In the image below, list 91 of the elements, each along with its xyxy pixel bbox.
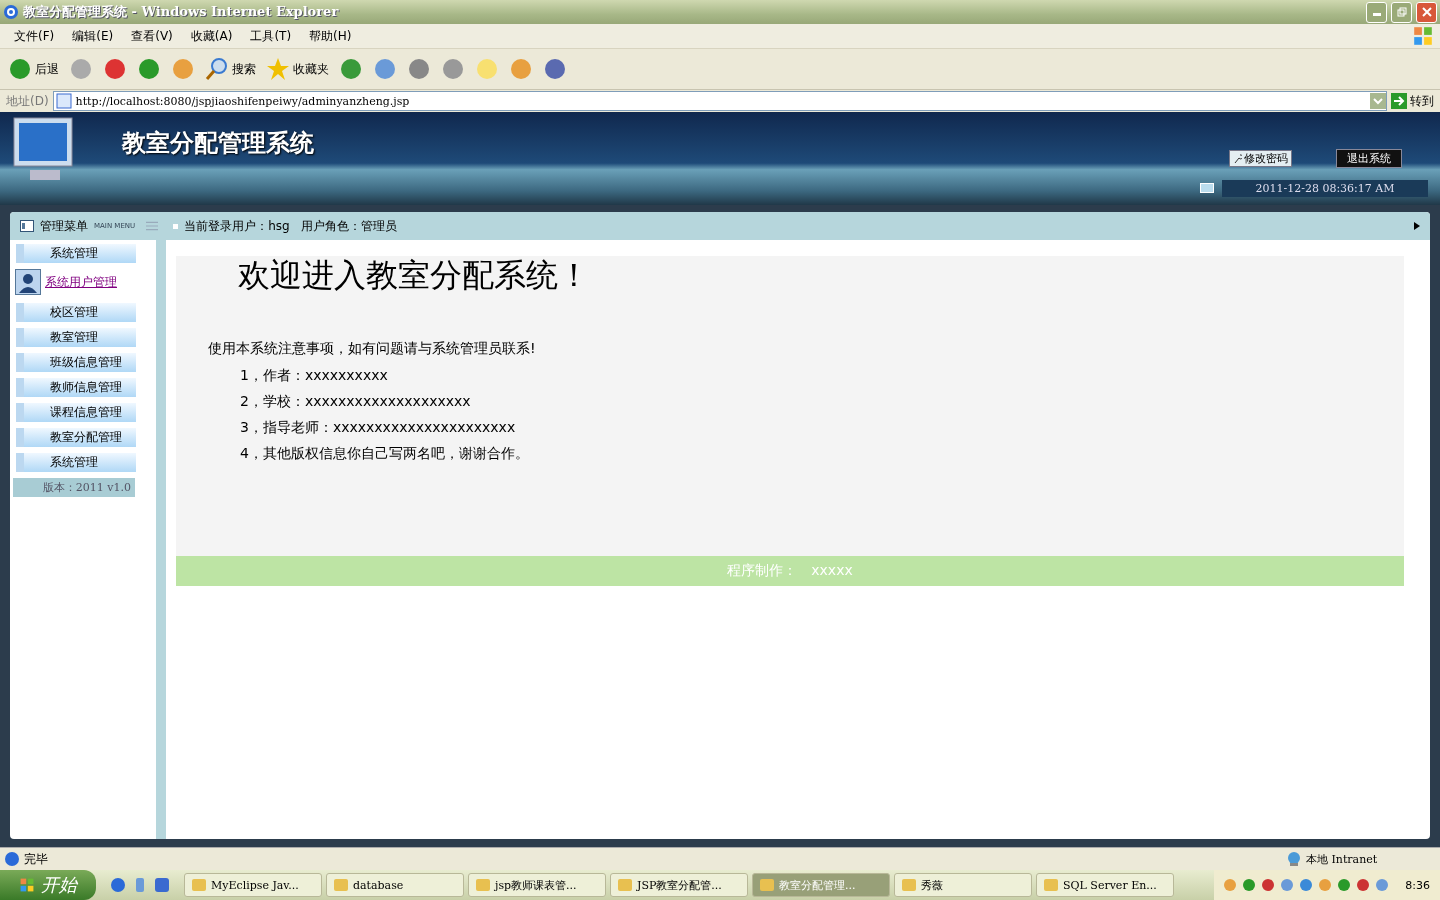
window-icon [901,877,917,893]
status-text: 完毕 [24,850,48,868]
round-icon [475,57,499,81]
windows-logo-icon [1412,25,1434,47]
notice-item: 3，指导老师：xxxxxxxxxxxxxxxxxxxxxx [239,418,517,437]
close-icon [1421,7,1432,17]
favorites-button[interactable]: 收藏夹 [264,57,331,81]
menu-item[interactable]: 查看(V) [123,27,181,45]
change-password-button[interactable]: 修改密码 [1229,150,1292,167]
play-icon[interactable] [1414,222,1420,230]
search-button[interactable]: 搜索 [203,57,258,81]
address-field[interactable]: http://localhost:8080/jspjiaoshifenpeiwy/adminyanzheng.jsp [52,91,1387,111]
notice-item: 2，学校：xxxxxxxxxxxxxxxxxxxx [239,392,472,411]
back-button[interactable]: 后退 [6,57,61,81]
window-icon [475,877,491,893]
tray-icon[interactable] [1241,877,1258,893]
screen-icon [1200,182,1214,195]
menu-section-button[interactable]: 课程信息管理 [16,403,136,422]
start-button[interactable]: 开始 [0,870,96,900]
menu-section-button[interactable]: 教师信息管理 [16,378,136,397]
round-icon [171,57,195,81]
close-button[interactable] [1416,1,1437,23]
window-icon [191,877,207,893]
tray-icon[interactable] [1298,877,1315,893]
menu-section-button[interactable]: 教室分配管理 [16,428,136,447]
tray-icon[interactable] [1222,877,1239,893]
menu-section-button[interactable]: 系统管理 [16,453,136,472]
bullet-icon [173,223,179,229]
menu-section-button[interactable]: 教室管理 [16,328,136,347]
go-button[interactable]: 转到 [1391,92,1434,110]
sidebar-link[interactable]: 系统用户管理 [45,273,117,291]
datetime-display: 2011-12-28 08:36:17 AM [1222,180,1428,197]
round-icon [373,57,397,81]
windows-logo-icon [19,877,35,893]
round-icon [137,57,161,81]
welcome-heading: 欢迎进入教室分配系统！ [237,256,591,294]
menu-item[interactable]: 工具(T) [242,27,300,45]
version-label: 版本：2011 v1.0 [13,478,135,497]
menu-item[interactable]: 收藏(A) [182,27,241,45]
menu-item[interactable]: 帮助(H) [301,27,360,45]
notice-text: 使用本系统注意事项，如有问题请与系统管理员联系! [208,340,537,358]
address-label: 地址(D) [6,92,49,110]
logout-button[interactable]: 退出系统 [1336,149,1402,168]
notice-item: 1，作者：xxxxxxxxxx [239,366,389,385]
lines-icon [145,220,160,232]
tray-icon[interactable] [1260,877,1277,893]
zone-text: 本地 Intranet [1306,851,1379,867]
user-info: 当前登录用户：hsg 用户角色：管理员 [184,217,398,235]
taskbar-button[interactable]: database [326,873,464,897]
round-icon [69,57,93,81]
menu-section-button[interactable]: 校区管理 [16,303,136,322]
tray-icon[interactable] [1336,877,1353,893]
clock: 8:36 [1405,878,1430,892]
menu-item[interactable]: 编辑(E) [64,27,122,45]
round-icon [441,57,465,81]
notice-item: 4，其他版权信息你自己写两名吧，谢谢合作。 [239,444,530,463]
taskbar-button[interactable]: 秀薇 [894,873,1032,897]
search-icon [205,57,229,81]
window-icon [1043,877,1059,893]
restore-button[interactable] [1391,1,1412,23]
tray-icon[interactable] [1317,877,1334,893]
round-icon [509,57,533,81]
window-icon [759,877,775,893]
tray-icon[interactable] [1279,877,1296,893]
menu-item[interactable]: 文件(F) [6,27,63,45]
list-icon [20,220,34,232]
taskbar-button[interactable]: MyEclipse Jav... [184,873,322,897]
window-icon [333,877,349,893]
menu-section-button[interactable]: 班级信息管理 [16,353,136,372]
tray-icon[interactable] [1374,877,1391,893]
tray-icon[interactable] [1355,877,1372,893]
taskbar-button[interactable]: SQL Server En... [1036,873,1174,897]
dropdown-icon[interactable] [1370,93,1386,109]
menu-section-button[interactable]: 系统管理 [16,244,136,263]
minimize-button[interactable] [1366,1,1387,23]
round-icon [8,57,32,81]
menu-title: 管理菜单 [40,217,88,235]
window-icon [617,877,633,893]
round-icon [407,57,431,81]
taskbar-button[interactable]: jsp教师课表管... [468,873,606,897]
window-title: 教室分配管理系统 - Windows Internet Explorer [23,3,339,21]
restore-icon [1396,7,1407,17]
round-icon [103,57,127,81]
round-icon [543,57,567,81]
taskbar-button[interactable]: JSP教室分配管... [610,873,748,897]
system-title: 教室分配管理系统 [122,128,314,159]
arrow-icon [1391,93,1407,109]
users-icon [15,269,41,295]
credits-text: 程序制作： xxxxx [727,562,853,580]
star-icon [266,57,290,81]
round-icon [339,57,363,81]
